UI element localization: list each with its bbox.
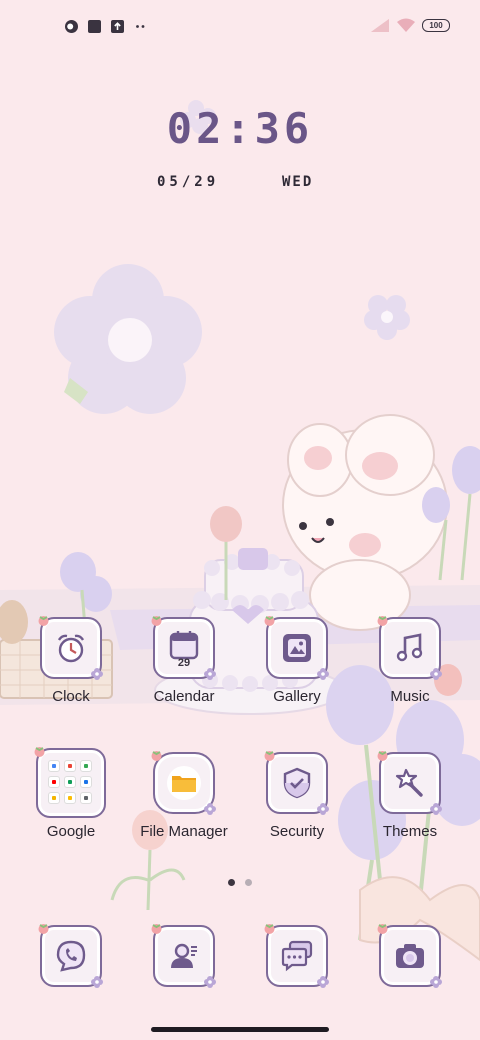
app-gallery-tile[interactable] bbox=[264, 616, 329, 680]
app-google-folder[interactable]: Google bbox=[19, 747, 123, 840]
app-calendar-tile[interactable]: 29 bbox=[151, 616, 216, 680]
phone-icon bbox=[56, 940, 86, 972]
strawberry-icon bbox=[264, 924, 275, 934]
app-label: Security bbox=[269, 823, 325, 840]
signal-icon bbox=[371, 19, 389, 32]
strawberry-icon bbox=[151, 751, 162, 761]
contacts-icon bbox=[171, 943, 197, 968]
page-dot-active[interactable] bbox=[228, 879, 235, 886]
status-left-icons bbox=[64, 19, 148, 34]
flower-badge-icon bbox=[430, 976, 442, 988]
notification-circle-icon bbox=[65, 20, 78, 33]
app-label: Themes bbox=[382, 823, 438, 840]
photos-icon bbox=[80, 792, 92, 804]
app-label: File Manager bbox=[140, 823, 228, 840]
maps-icon bbox=[80, 760, 92, 772]
app-calendar[interactable]: 29 Calendar bbox=[132, 616, 236, 705]
dock-messages[interactable] bbox=[245, 924, 349, 988]
page-dot[interactable] bbox=[245, 879, 252, 886]
strawberry-icon bbox=[151, 616, 162, 626]
strawberry-icon bbox=[34, 747, 45, 757]
page-indicator[interactable] bbox=[228, 879, 252, 886]
alarm-clock-icon bbox=[57, 634, 85, 663]
music-note-icon bbox=[396, 633, 423, 662]
messages-icon bbox=[281, 940, 313, 972]
app-music-tile[interactable] bbox=[377, 616, 442, 680]
app-security-tile[interactable] bbox=[264, 751, 329, 815]
youtube-icon bbox=[48, 776, 60, 788]
strawberry-icon bbox=[38, 924, 49, 934]
app-themes[interactable]: Themes bbox=[358, 751, 462, 840]
strawberry-icon bbox=[377, 924, 388, 934]
app-label: Google bbox=[46, 823, 96, 840]
app-themes-tile[interactable] bbox=[377, 751, 442, 815]
flower-badge-icon bbox=[317, 668, 329, 680]
flower-badge-icon bbox=[317, 803, 329, 815]
chrome-icon bbox=[48, 792, 60, 804]
strawberry-icon bbox=[377, 751, 388, 761]
lens-icon bbox=[64, 792, 76, 804]
strawberry-icon bbox=[38, 616, 49, 626]
flower-badge-icon bbox=[204, 803, 216, 815]
upload-icon bbox=[111, 20, 124, 33]
flower-badge-icon bbox=[430, 668, 442, 680]
flower-badge-icon bbox=[91, 668, 103, 680]
app-label: Calendar bbox=[153, 688, 215, 705]
gallery-icon bbox=[283, 634, 311, 662]
clock-day: WED bbox=[282, 174, 314, 190]
app-gallery[interactable]: Gallery bbox=[245, 616, 349, 705]
strawberry-icon bbox=[264, 751, 275, 761]
flower-badge-icon bbox=[204, 668, 216, 680]
app-label: Music bbox=[390, 688, 430, 705]
gmail-icon bbox=[64, 760, 76, 772]
gesture-navigation-bar[interactable] bbox=[151, 1027, 329, 1032]
folder-icon bbox=[167, 766, 201, 800]
app-label: Clock bbox=[52, 688, 90, 705]
magic-wand-icon bbox=[395, 768, 423, 797]
dock-contacts[interactable] bbox=[132, 924, 236, 988]
flower-badge-icon bbox=[430, 803, 442, 815]
dock-camera[interactable] bbox=[358, 924, 462, 988]
facebook-icon bbox=[80, 776, 92, 788]
status-bar: 100 bbox=[0, 0, 480, 56]
google-folder-icon bbox=[48, 760, 92, 804]
flower-badge-icon bbox=[204, 976, 216, 988]
dock-phone-tile[interactable] bbox=[38, 924, 103, 988]
app-clock[interactable]: Clock bbox=[19, 616, 123, 705]
google-app-icon bbox=[48, 760, 60, 772]
shield-check-icon bbox=[283, 767, 311, 799]
app-file-manager-tile[interactable] bbox=[151, 751, 216, 815]
notification-square-icon bbox=[88, 20, 101, 33]
strawberry-icon bbox=[151, 924, 162, 934]
app-label: Gallery bbox=[273, 688, 321, 705]
wifi-icon bbox=[397, 18, 415, 32]
clock-date: 05/29 bbox=[157, 174, 220, 190]
strawberry-icon bbox=[377, 616, 388, 626]
dock-camera-tile[interactable] bbox=[377, 924, 442, 988]
status-right-icons: 100 bbox=[370, 18, 450, 33]
app-file-manager[interactable]: File Manager bbox=[132, 751, 236, 840]
battery-icon: 100 bbox=[422, 19, 450, 32]
dock-contacts-tile[interactable] bbox=[151, 924, 216, 988]
app-clock-tile[interactable] bbox=[38, 616, 103, 680]
camera-icon bbox=[396, 944, 424, 968]
flower-badge-icon bbox=[91, 976, 103, 988]
clock-time: 02:36 bbox=[166, 104, 314, 153]
meet-icon bbox=[64, 776, 76, 788]
app-security[interactable]: Security bbox=[245, 751, 349, 840]
dock-phone[interactable] bbox=[19, 924, 123, 988]
dock-messages-tile[interactable] bbox=[264, 924, 329, 988]
flower-badge-icon bbox=[317, 976, 329, 988]
app-music[interactable]: Music bbox=[358, 616, 462, 705]
google-folder-tile[interactable] bbox=[34, 747, 106, 818]
strawberry-icon bbox=[264, 616, 275, 626]
more-dots-icon bbox=[136, 25, 145, 28]
